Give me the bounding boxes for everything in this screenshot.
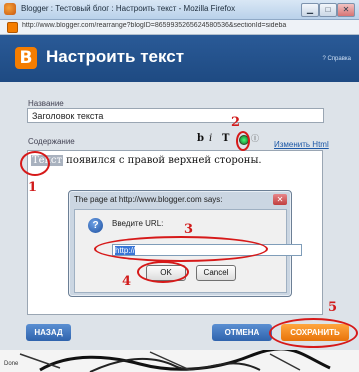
- editor-text[interactable]: Текст появился с правой верхней стороны.: [31, 155, 262, 166]
- title-input[interactable]: Заголовок текста: [27, 108, 324, 123]
- window-title: Blogger : Тестовый блог : Настроить текс…: [21, 4, 236, 13]
- bold-button[interactable]: b: [197, 133, 204, 144]
- firefox-icon: [4, 3, 16, 15]
- window-titlebar: Blogger : Тестовый блог : Настроить текс…: [0, 0, 359, 20]
- image-button[interactable]: Ⓘ: [251, 133, 259, 144]
- annotation-ring-text: [20, 151, 50, 176]
- annotation-ring-save: [269, 318, 358, 348]
- back-button[interactable]: НАЗАД: [26, 324, 71, 341]
- annotation-ring-link: [236, 131, 250, 151]
- maximize-button[interactable]: □: [319, 3, 337, 17]
- close-window-button[interactable]: ✕: [337, 3, 355, 17]
- annotation-ring-ok: [137, 261, 189, 283]
- minimize-button[interactable]: ▁: [301, 3, 319, 17]
- annotation-2: 2: [231, 115, 241, 130]
- content-label: Содержание: [28, 137, 75, 146]
- status-bar: Done: [0, 350, 359, 372]
- dialog-label: Введите URL:: [112, 219, 164, 228]
- question-icon: ?: [88, 218, 103, 233]
- help-link[interactable]: ? Справка: [322, 56, 351, 62]
- scribble-drawing: [19, 350, 331, 372]
- status-text: Done: [4, 361, 19, 367]
- annotation-4: 4: [122, 274, 132, 289]
- blogger-site-icon: [7, 22, 18, 33]
- edit-html-link[interactable]: Изменить Html: [274, 140, 329, 149]
- dialog-cancel-button[interactable]: Cancel: [196, 265, 236, 281]
- blogger-icon: B: [15, 47, 37, 69]
- title-label: Название: [28, 99, 64, 108]
- blogger-header: B Настроить текст ? Справка: [0, 35, 359, 82]
- dialog-title: The page at http://www.blogger.com says:: [74, 195, 223, 204]
- annotation-5: 5: [328, 300, 338, 315]
- page-title: Настроить текст: [46, 47, 185, 66]
- dialog-close-button[interactable]: ✕: [273, 194, 287, 205]
- annotation-1: 1: [28, 180, 38, 195]
- url-text[interactable]: http://www.blogger.com/rearrange?blogID=…: [22, 22, 352, 29]
- editor-text-rest: появился с правой верхней стороны.: [62, 155, 262, 166]
- annotation-3: 3: [184, 222, 194, 237]
- italic-button[interactable]: i: [209, 133, 212, 144]
- cancel-button[interactable]: ОТМЕНА: [212, 324, 272, 341]
- font-button[interactable]: T: [222, 133, 229, 144]
- annotation-ring-url: [94, 236, 268, 262]
- address-bar[interactable]: http://www.blogger.com/rearrange?blogID=…: [0, 20, 359, 35]
